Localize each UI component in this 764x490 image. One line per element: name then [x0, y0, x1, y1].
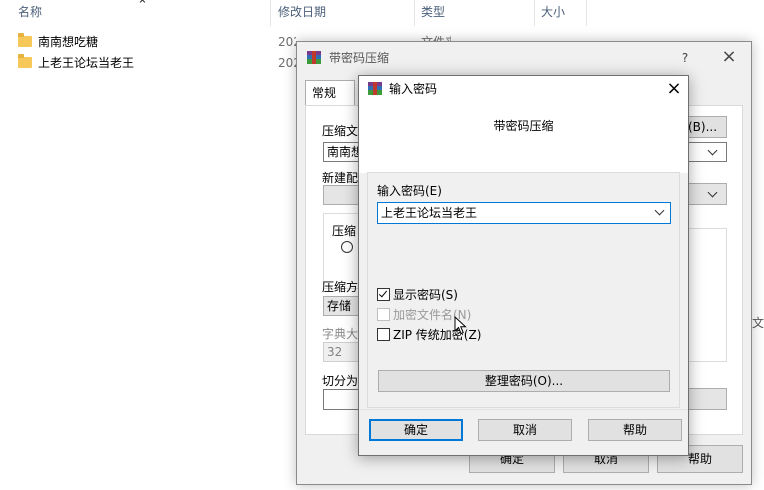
zip-legacy-label: ZIP 传统加密(Z): [393, 328, 482, 342]
file-row[interactable]: 上老王论坛当老王: [18, 53, 134, 73]
file-name: 上老王论坛当老王: [38, 56, 135, 70]
dictionary-size-label: 字典大: [322, 327, 359, 341]
file-type-clipped: 文件: [752, 316, 764, 330]
column-header-name[interactable]: 名称: [18, 0, 42, 26]
file-date: 2025: [278, 56, 296, 70]
column-divider[interactable]: [586, 0, 587, 26]
help-button[interactable]: 帮助: [588, 419, 682, 441]
split-volumes-label: 切分为: [322, 374, 359, 388]
header-band: [359, 103, 688, 173]
options-groupbox: [685, 228, 727, 362]
winrar-icon: [306, 50, 322, 66]
archive-name-input[interactable]: 南南想: [323, 142, 359, 162]
dialog-title: 带密码压缩: [329, 51, 390, 65]
browse-button[interactable]: (B)...: [685, 116, 727, 138]
archive-name-label: 压缩文: [322, 124, 359, 138]
chevron-down-icon: [654, 205, 665, 216]
dialog-title: 输入密码: [389, 82, 438, 96]
dictionary-size-combo: 32: [323, 342, 359, 362]
profile-combo-arrow[interactable]: [685, 183, 727, 205]
cancel-button[interactable]: 取消: [478, 419, 572, 441]
ok-button[interactable]: 确定: [369, 419, 463, 441]
column-divider[interactable]: [270, 0, 271, 26]
split-volumes-unit[interactable]: [685, 388, 727, 410]
help-icon[interactable]: ?: [675, 48, 695, 68]
method-label: 压缩方: [322, 280, 359, 294]
password-label: 输入密码(E): [377, 184, 442, 198]
sort-chevron-up-icon: ⌃: [137, 0, 148, 13]
password-combo[interactable]: 上老王论坛当老王: [377, 202, 671, 224]
split-volumes-input[interactable]: [323, 389, 359, 410]
column-divider[interactable]: [534, 0, 535, 26]
tab-general[interactable]: 常规: [305, 80, 355, 106]
encrypt-filenames-checkbox: [377, 308, 390, 321]
file-date: 2025/11/22 0:22: [278, 35, 296, 49]
column-divider[interactable]: [414, 0, 415, 26]
method-combo[interactable]: 存储: [323, 296, 359, 316]
column-header-size[interactable]: 大小: [541, 0, 565, 26]
close-icon[interactable]: ×: [717, 44, 741, 70]
file-row[interactable]: 南南想吃糖: [18, 32, 98, 52]
mouse-cursor-icon: [454, 316, 467, 335]
check-icon: [378, 288, 388, 298]
column-header-type[interactable]: 类型: [421, 0, 445, 26]
format-label: 压缩: [332, 222, 360, 240]
winrar-icon: [367, 81, 383, 97]
column-header-date[interactable]: 修改日期: [278, 0, 326, 26]
profile-combo[interactable]: [323, 185, 359, 205]
close-icon[interactable]: ×: [661, 76, 687, 102]
organize-passwords-button[interactable]: 整理密码(O)...: [378, 370, 670, 392]
password-input[interactable]: 上老王论坛当老王: [381, 204, 477, 222]
chevron-down-icon: [707, 145, 718, 156]
folder-icon: [18, 54, 32, 68]
dialog-heading: 带密码压缩: [493, 119, 554, 133]
show-password-checkbox[interactable]: [377, 288, 390, 301]
archive-name-dropdown[interactable]: [685, 142, 727, 162]
zip-legacy-checkbox[interactable]: [377, 328, 390, 341]
file-name: 南南想吃糖: [38, 35, 99, 49]
divider: [359, 409, 688, 410]
format-radio[interactable]: [341, 241, 353, 253]
folder-icon: [18, 33, 32, 47]
show-password-label: 显示密码(S): [393, 288, 458, 302]
enter-password-dialog: 输入密码 × 带密码压缩 输入密码(E) 上老王论坛当老王 显示密码(S) 加密…: [358, 75, 689, 456]
chevron-down-icon: [707, 187, 718, 198]
